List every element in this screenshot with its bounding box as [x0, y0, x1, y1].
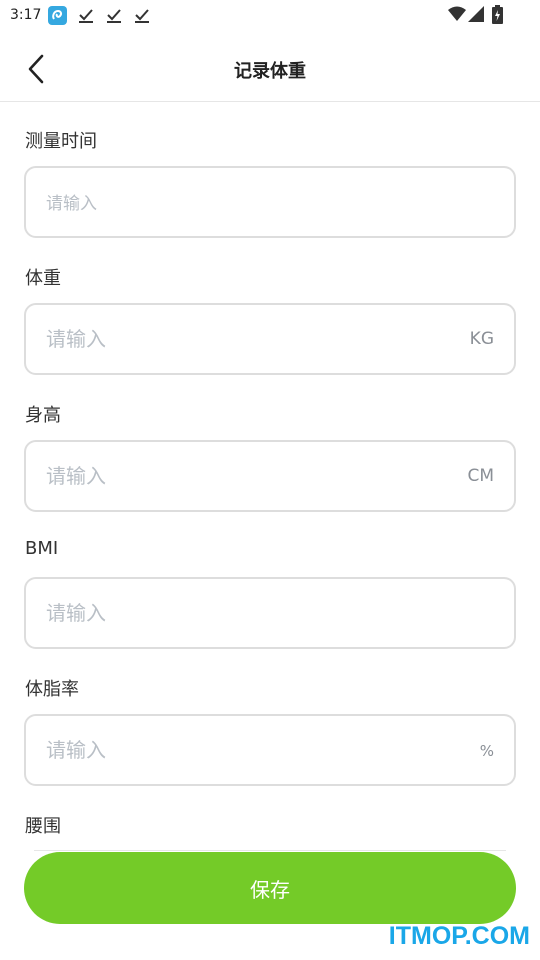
body-fat-label: 体脂率 [25, 679, 79, 700]
height-field[interactable]: CM [24, 440, 516, 512]
signal-icon [468, 6, 484, 26]
download-complete-icon [106, 7, 122, 23]
app-notification-icon [48, 6, 67, 25]
bmi-label: BMI [25, 538, 59, 559]
status-bar: 3:17 [0, 0, 540, 30]
weight-field[interactable]: KG [24, 303, 516, 375]
weight-unit: KG [469, 329, 494, 349]
measure-time-label: 测量时间 [25, 131, 97, 152]
measure-time-input[interactable] [46, 168, 426, 236]
top-app-bar: 记录体重 [0, 36, 540, 102]
bmi-input[interactable] [46, 579, 426, 647]
bmi-field[interactable] [24, 577, 516, 649]
battery-charging-icon [492, 5, 503, 28]
body-fat-field[interactable]: % [24, 714, 516, 786]
watermark: ITMOP.COM [388, 922, 530, 950]
save-button[interactable]: 保存 [24, 852, 516, 924]
body-fat-unit: % [479, 742, 494, 760]
status-time: 3:17 [10, 7, 42, 23]
height-input[interactable] [46, 442, 426, 510]
download-complete-icon [78, 7, 94, 23]
waist-label: 腰围 [25, 816, 61, 837]
page-title: 记录体重 [234, 61, 306, 82]
download-complete-icon [134, 7, 150, 23]
body-fat-input[interactable] [46, 716, 426, 784]
weight-label: 体重 [25, 268, 61, 289]
height-label: 身高 [25, 405, 61, 426]
weight-input[interactable] [46, 305, 426, 373]
height-unit: CM [467, 466, 494, 486]
wifi-icon [448, 6, 466, 26]
measure-time-field[interactable] [24, 166, 516, 238]
divider [34, 850, 506, 851]
